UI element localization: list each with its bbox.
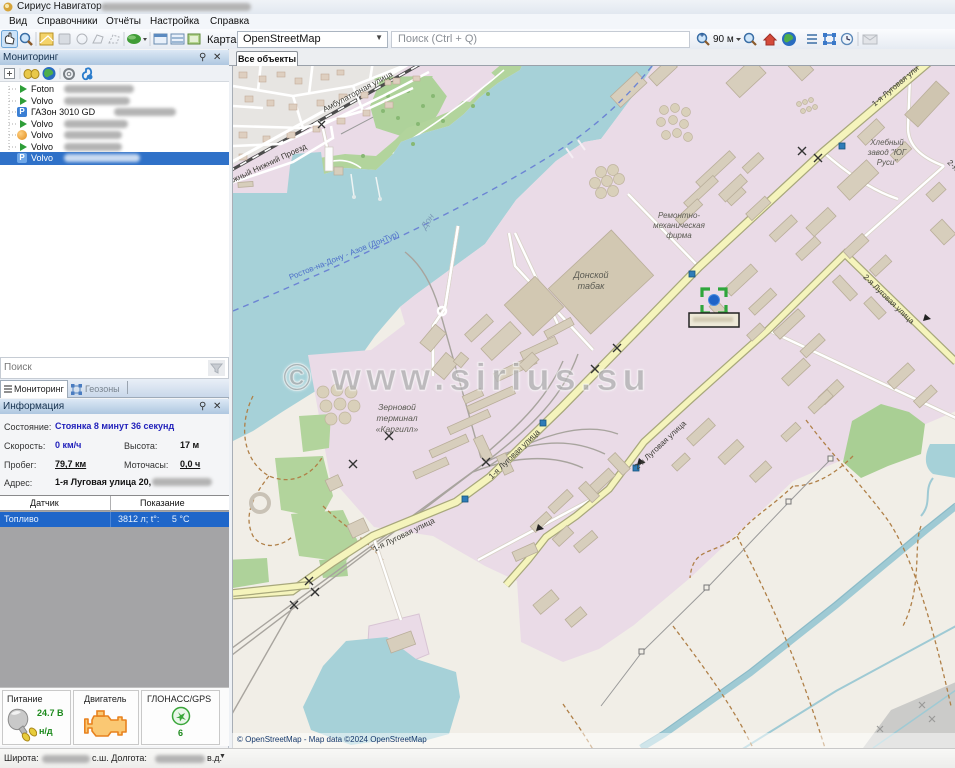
svg-text:Зерновой: Зерновой xyxy=(378,402,416,412)
svg-text:терминал: терминал xyxy=(376,413,417,423)
svg-text:Руси": Руси" xyxy=(877,158,899,167)
svg-text:Хлебный: Хлебный xyxy=(869,138,904,147)
svg-text:Карта:: Карта: xyxy=(207,34,240,46)
svg-text:«Каргилл»: «Каргилл» xyxy=(376,424,419,434)
svg-text:фирма: фирма xyxy=(666,231,692,240)
svg-text:табак: табак xyxy=(578,281,605,291)
svg-text:90 м: 90 м xyxy=(713,34,734,45)
svg-text:механическая: механическая xyxy=(653,221,706,230)
svg-text:+: + xyxy=(700,33,704,40)
svg-text:Донской: Донской xyxy=(572,270,608,280)
svg-text:Ремонтно-: Ремонтно- xyxy=(658,211,700,220)
svg-text:завод "ЮГ: завод "ЮГ xyxy=(867,148,907,157)
